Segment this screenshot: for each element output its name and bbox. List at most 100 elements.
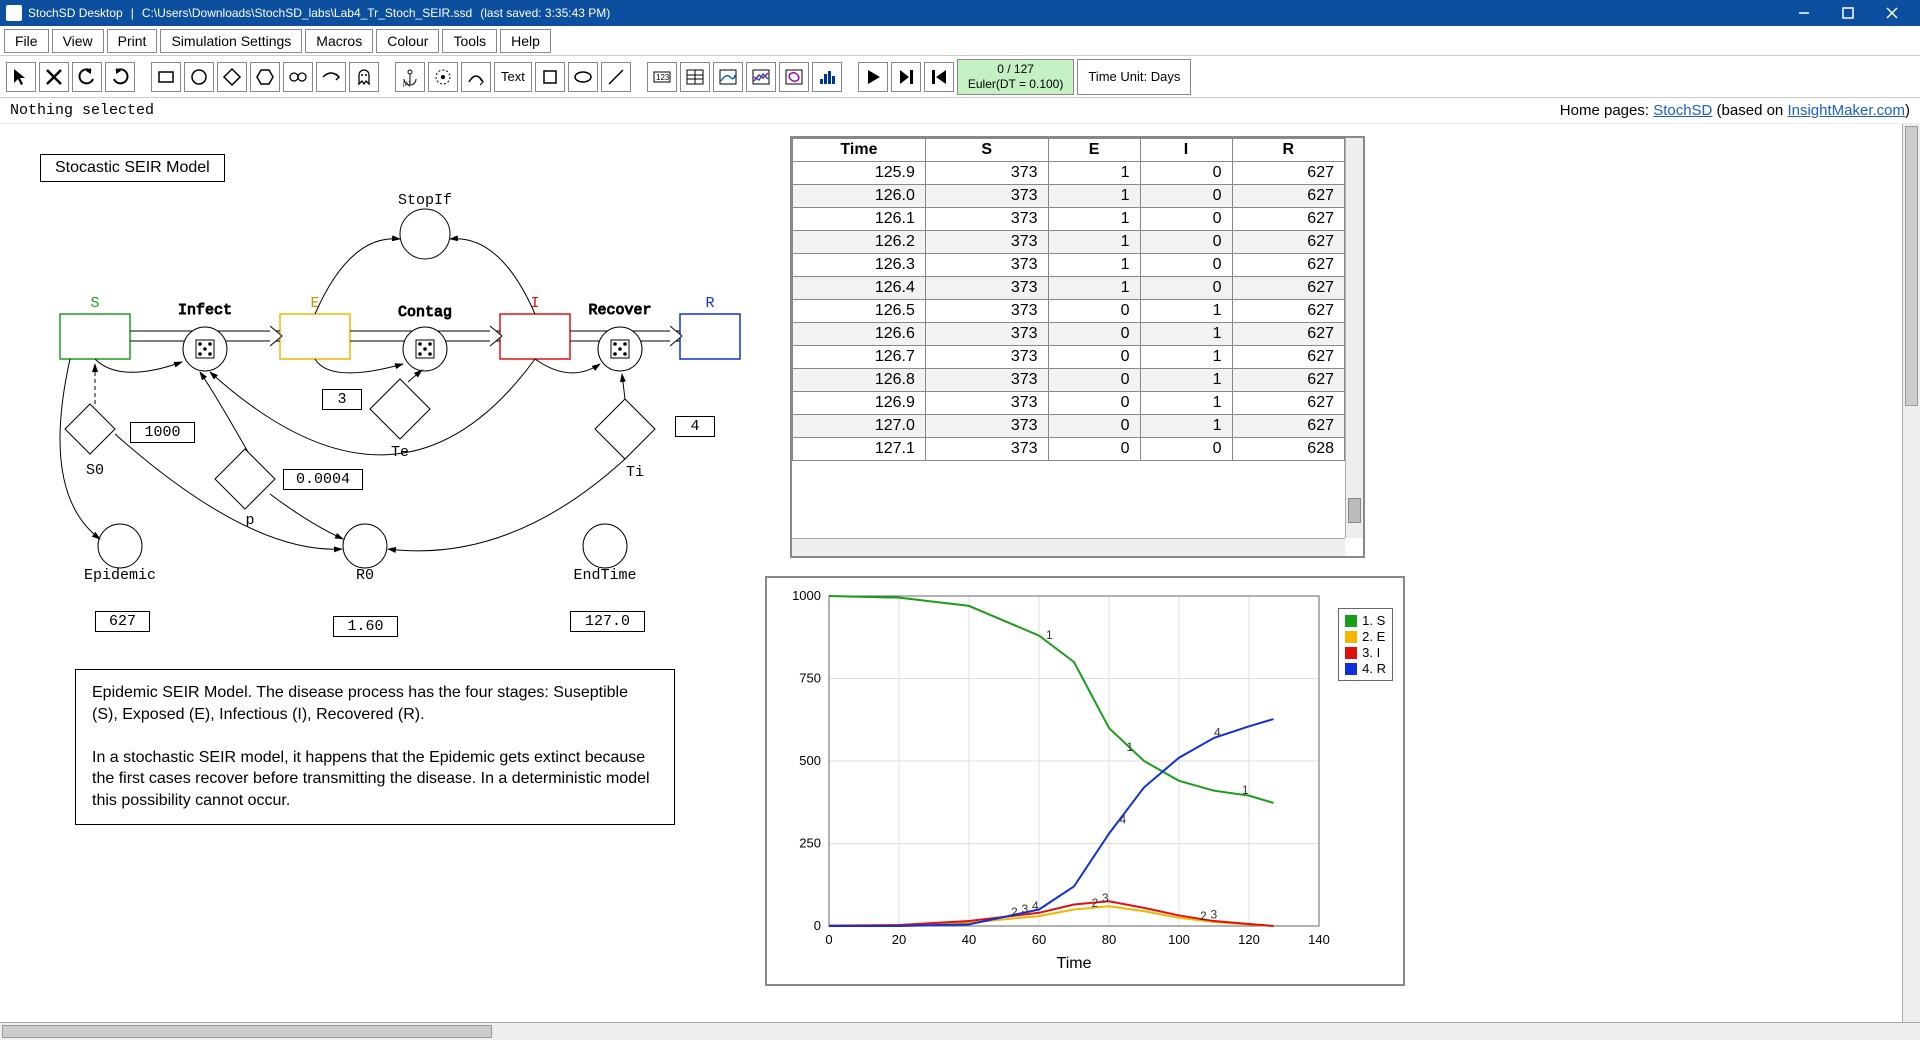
ti-value[interactable]: 4 xyxy=(675,416,715,437)
run-button[interactable] xyxy=(858,62,888,92)
model-diagram[interactable]: S E I R Infect Contag Recover StopIf xyxy=(0,124,780,594)
table-row[interactable]: 127.037301627 xyxy=(793,415,1345,438)
svg-text:Epidemic: Epidemic xyxy=(84,567,156,584)
canvas-scrollbar-h[interactable] xyxy=(0,1022,1920,1040)
file-path: C:\Users\Downloads\StochSD_labs\Lab4_Tr_… xyxy=(142,6,472,20)
table-row[interactable]: 126.137310627 xyxy=(793,208,1345,231)
svg-text:1: 1 xyxy=(1242,783,1249,797)
constant-tool[interactable] xyxy=(250,62,280,92)
table-row[interactable]: 126.837301627 xyxy=(793,369,1345,392)
flow-tool[interactable] xyxy=(316,62,346,92)
table-row[interactable]: 127.137300628 xyxy=(793,438,1345,461)
rectangle-tool[interactable] xyxy=(535,62,565,92)
canvas[interactable]: Stocastic SEIR Model S E I R Infect Cont… xyxy=(0,124,1920,1022)
menu-simulation-settings[interactable]: Simulation Settings xyxy=(160,29,302,53)
delete-tool[interactable] xyxy=(39,62,69,92)
svg-text:20: 20 xyxy=(892,932,906,947)
svg-text:R0: R0 xyxy=(356,567,374,584)
menu-tools[interactable]: Tools xyxy=(442,29,497,53)
chart[interactable]: 02040608010012014002505007501000Time1112… xyxy=(765,576,1405,986)
xyplot-tool[interactable] xyxy=(779,62,809,92)
svg-text:Recover: Recover xyxy=(588,302,651,319)
transition-tool[interactable] xyxy=(461,62,491,92)
menu-view[interactable]: View xyxy=(52,29,104,53)
table-row[interactable]: 125.937310627 xyxy=(793,162,1345,185)
timeplot-tool[interactable] xyxy=(713,62,743,92)
maximize-button[interactable] xyxy=(1826,0,1870,26)
number-display-tool[interactable]: 123 xyxy=(647,62,677,92)
histogram-tool[interactable] xyxy=(812,62,842,92)
table-row[interactable]: 126.637301627 xyxy=(793,323,1345,346)
auxiliary-tool[interactable] xyxy=(184,62,214,92)
svg-text:R: R xyxy=(705,295,714,312)
s0-value[interactable]: 1000 xyxy=(130,422,195,443)
table-row[interactable]: 126.037310627 xyxy=(793,185,1345,208)
svg-text:[A]: [A] xyxy=(403,82,411,87)
menu-print[interactable]: Print xyxy=(107,29,158,53)
sim-solver: Euler(DT = 0.100) xyxy=(968,77,1064,91)
svg-text:120: 120 xyxy=(1238,932,1260,947)
table-row[interactable]: 126.437310627 xyxy=(793,277,1345,300)
app-name: StochSD Desktop xyxy=(28,6,123,20)
text-tool[interactable]: Text xyxy=(494,62,532,92)
table-row[interactable]: 126.537301627 xyxy=(793,300,1345,323)
stochsd-link[interactable]: StochSD xyxy=(1653,102,1712,119)
titlebar: StochSD Desktop | C:\Users\Downloads\Sto… xyxy=(0,0,1920,26)
menu-help[interactable]: Help xyxy=(500,29,551,53)
line-tool[interactable] xyxy=(601,62,631,92)
converter-tool[interactable] xyxy=(283,62,313,92)
svg-text:3: 3 xyxy=(1211,908,1218,922)
model-description[interactable]: Epidemic SEIR Model. The disease process… xyxy=(75,669,675,825)
insightmaker-link[interactable]: InsightMaker.com xyxy=(1787,102,1905,119)
pointer-tool[interactable] xyxy=(6,62,36,92)
menu-macros[interactable]: Macros xyxy=(305,29,373,53)
endtime-value[interactable]: 127.0 xyxy=(570,611,645,632)
table-row[interactable]: 126.337310627 xyxy=(793,254,1345,277)
svg-text:E: E xyxy=(310,295,319,312)
undo-button[interactable] xyxy=(72,62,102,92)
time-unit-button[interactable]: Time Unit: Days xyxy=(1077,59,1191,95)
parameter-tool[interactable] xyxy=(217,62,247,92)
table-header: I xyxy=(1140,139,1232,162)
te-value[interactable]: 3 xyxy=(322,389,362,410)
svg-text:100: 100 xyxy=(1168,932,1190,947)
canvas-scrollbar-v[interactable] xyxy=(1902,124,1920,1022)
anchor-tool[interactable]: [A] xyxy=(395,62,425,92)
toolbar: [A] Text 123 0 / 127 Euler(DT = 0.100) T… xyxy=(0,56,1920,98)
epidemic-value[interactable]: 627 xyxy=(95,611,150,632)
svg-text:Time: Time xyxy=(1057,955,1092,972)
table-scrollbar-v[interactable] xyxy=(1345,138,1363,538)
svg-text:0: 0 xyxy=(825,932,832,947)
ellipse-tool[interactable] xyxy=(568,62,598,92)
p-value[interactable]: 0.0004 xyxy=(283,469,363,490)
desc-para-1: Epidemic SEIR Model. The disease process… xyxy=(92,682,658,725)
redo-button[interactable] xyxy=(105,62,135,92)
svg-text:0: 0 xyxy=(814,918,821,933)
svg-text:4: 4 xyxy=(1214,725,1221,739)
r0-value[interactable]: 1.60 xyxy=(333,616,398,637)
ghost-tool[interactable] xyxy=(349,62,379,92)
reset-button[interactable] xyxy=(924,62,954,92)
stock-tool[interactable] xyxy=(151,62,181,92)
svg-text:EndTime: EndTime xyxy=(573,567,636,584)
table-row[interactable]: 126.937301627 xyxy=(793,392,1345,415)
table-scrollbar-h[interactable] xyxy=(792,538,1345,556)
table-display-tool[interactable] xyxy=(680,62,710,92)
app-icon xyxy=(6,5,22,21)
table-row[interactable]: 126.737301627 xyxy=(793,346,1345,369)
close-button[interactable] xyxy=(1870,0,1914,26)
link-tool[interactable] xyxy=(428,62,458,92)
data-table[interactable]: TimeSEIR 125.937310627126.037310627126.1… xyxy=(790,136,1365,558)
svg-text:80: 80 xyxy=(1102,932,1116,947)
sim-status[interactable]: 0 / 127 Euler(DT = 0.100) xyxy=(957,59,1075,95)
title-sep: | xyxy=(131,6,134,20)
svg-text:1000: 1000 xyxy=(792,588,821,603)
menu-colour[interactable]: Colour xyxy=(376,29,439,53)
svg-text:Ti: Ti xyxy=(626,464,644,481)
svg-text:3: 3 xyxy=(1022,902,1029,916)
minimize-button[interactable] xyxy=(1782,0,1826,26)
table-row[interactable]: 126.237310627 xyxy=(793,231,1345,254)
compareplot-tool[interactable] xyxy=(746,62,776,92)
menu-file[interactable]: File xyxy=(4,29,49,53)
step-button[interactable] xyxy=(891,62,921,92)
